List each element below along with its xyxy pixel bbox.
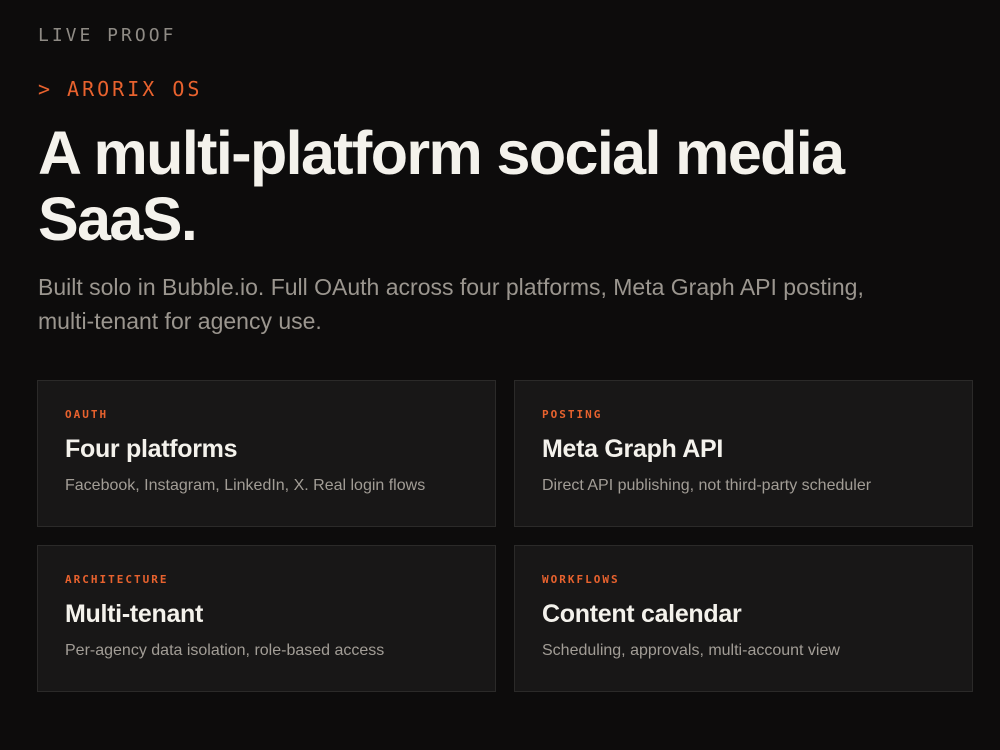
card-category: ARCHITECTURE <box>65 573 169 586</box>
page-headline: A multi-platform social media SaaS. <box>38 119 845 253</box>
card-description: Scheduling, approvals, multi-account vie… <box>542 642 840 659</box>
card-category: WORKFLOWS <box>542 573 620 586</box>
feature-card-posting: POSTING Meta Graph API Direct API publis… <box>514 380 973 527</box>
card-description: Facebook, Instagram, LinkedIn, X. Real l… <box>65 477 426 494</box>
feature-card-workflows: WORKFLOWS Content calendar Scheduling, a… <box>514 545 973 692</box>
card-title: Meta Graph API <box>542 435 724 463</box>
card-title: Four platforms <box>65 435 238 463</box>
card-title: Multi-tenant <box>65 600 204 628</box>
section-eyebrow: LIVE PROOF <box>38 25 177 46</box>
feature-card-architecture: ARCHITECTURE Multi-tenant Per-agency dat… <box>37 545 496 692</box>
project-name: ARORIX OS <box>67 77 203 101</box>
card-description: Direct API publishing, not third-party s… <box>542 477 872 494</box>
card-description: Per-agency data isolation, role-based ac… <box>65 642 385 659</box>
card-title: Content calendar <box>542 600 742 628</box>
card-category: POSTING <box>542 408 603 421</box>
page-subtitle: Built solo in Bubble.io. Full OAuth acro… <box>38 274 864 334</box>
prompt-symbol: > <box>38 77 54 101</box>
feature-card-oauth: OAUTH Four platforms Facebook, Instagram… <box>37 380 496 527</box>
project-tag: > ARORIX OS <box>38 76 202 102</box>
card-category: OAUTH <box>65 408 109 421</box>
